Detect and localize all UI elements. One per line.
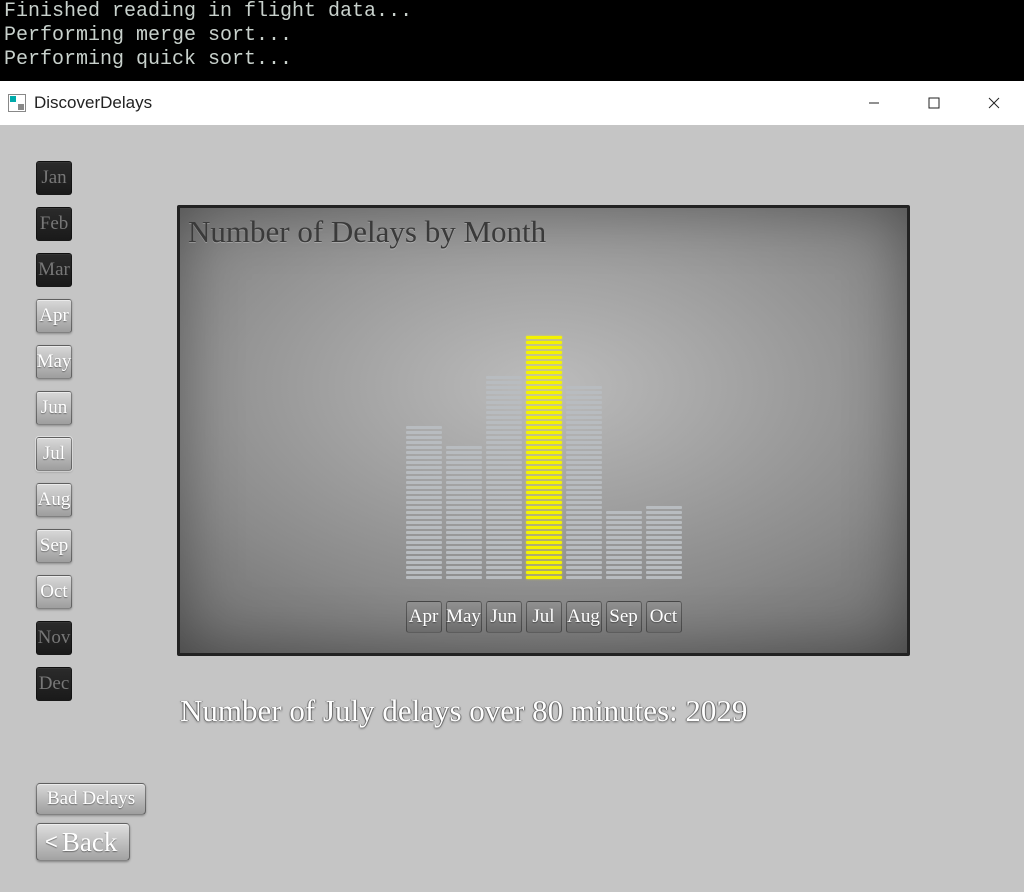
month-button-apr[interactable]: Apr	[36, 299, 72, 333]
bar-label-jun[interactable]: Jun	[486, 601, 522, 633]
console-line: Finished reading in flight data...	[4, 0, 412, 23]
back-label: Back	[62, 827, 117, 858]
terminal-output: Finished reading in flight data... Perfo…	[0, 0, 1024, 81]
month-button-oct[interactable]: Oct	[36, 575, 72, 609]
close-icon	[988, 97, 1000, 109]
month-button-jun[interactable]: Jun	[36, 391, 72, 425]
chevron-left-icon: <	[45, 829, 58, 855]
window-controls	[844, 81, 1024, 125]
app-window: DiscoverDelays JanFebMarAprMayJunJulAugS…	[0, 81, 1024, 892]
minimize-button[interactable]	[844, 81, 904, 125]
month-button-may[interactable]: May	[36, 345, 72, 379]
bar-jul	[526, 336, 562, 579]
console-line: Performing quick sort...	[4, 48, 292, 71]
chart-title: Number of Delays by Month	[188, 214, 546, 250]
bar-apr	[406, 426, 442, 579]
month-button-sep[interactable]: Sep	[36, 529, 72, 563]
titlebar[interactable]: DiscoverDelays	[0, 81, 1024, 125]
bar-may	[446, 446, 482, 579]
maximize-button[interactable]	[904, 81, 964, 125]
console-line: Performing merge sort...	[4, 24, 292, 47]
bar-aug	[566, 386, 602, 579]
app-content: JanFebMarAprMayJunJulAugSepOctNovDec Num…	[0, 125, 1024, 892]
app-icon	[8, 94, 26, 112]
close-button[interactable]	[964, 81, 1024, 125]
month-button-jul[interactable]: Jul	[36, 437, 72, 471]
chart-panel: Number of Delays by Month AprMayJunJulAu…	[177, 205, 910, 656]
bar-label-aug[interactable]: Aug	[566, 601, 602, 633]
bar-sep	[606, 511, 642, 579]
month-button-aug[interactable]: Aug	[36, 483, 72, 517]
info-text: Number of July delays over 80 minutes: 2…	[180, 693, 747, 729]
bar-label-oct[interactable]: Oct	[646, 601, 682, 633]
window-title: DiscoverDelays	[34, 93, 152, 113]
bar-oct	[646, 506, 682, 579]
month-button-jan: Jan	[36, 161, 72, 195]
bad-delays-label: Bad Delays	[47, 788, 135, 810]
month-button-nov: Nov	[36, 621, 72, 655]
bar-label-sep[interactable]: Sep	[606, 601, 642, 633]
bar-label-apr[interactable]: Apr	[406, 601, 442, 633]
month-button-dec: Dec	[36, 667, 72, 701]
maximize-icon	[928, 97, 940, 109]
bar-jun	[486, 376, 522, 579]
month-button-feb: Feb	[36, 207, 72, 241]
chart-bars	[180, 319, 907, 579]
chart-x-labels: AprMayJunJulAugSepOct	[180, 601, 907, 633]
bar-label-may[interactable]: May	[446, 601, 482, 633]
bar-label-jul[interactable]: Jul	[526, 601, 562, 633]
minimize-icon	[868, 97, 880, 109]
month-button-mar: Mar	[36, 253, 72, 287]
bad-delays-button[interactable]: Bad Delays	[36, 783, 146, 815]
month-selector: Jan Feb Mar Apr May Jun Jul Aug Sep Oct Nov Dec	[36, 161, 72, 701]
back-button[interactable]: < Back	[36, 823, 130, 861]
